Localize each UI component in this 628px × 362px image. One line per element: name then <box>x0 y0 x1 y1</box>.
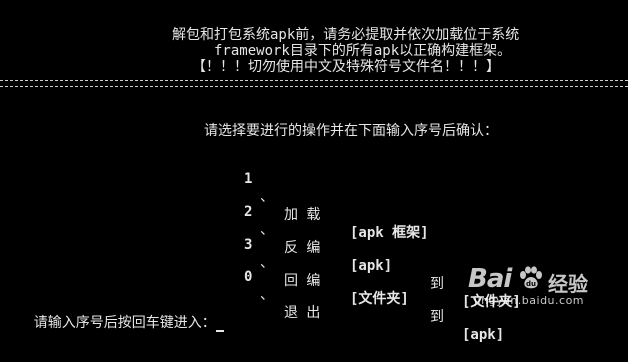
divider-bottom <box>0 86 628 87</box>
divider-top <box>0 80 628 81</box>
menu-item-separator: 、 <box>260 287 274 303</box>
watermark: Bai du 经验 jingyan.baidu.com <box>468 262 618 312</box>
menu-item-number: 0 <box>244 269 253 285</box>
text-cursor <box>215 330 224 332</box>
input-prompt[interactable]: 请输入序号后按回车键进入： <box>0 296 224 350</box>
menu-item-action: 退 出 <box>284 305 321 321</box>
baidu-paw-icon: du <box>520 266 542 289</box>
svg-text:du: du <box>526 280 536 288</box>
input-prompt-label: 请输入序号后按回车键进入： <box>33 315 216 331</box>
watermark-logo-text: Bai <box>468 264 512 294</box>
watermark-url: jingyan.baidu.com <box>474 294 585 307</box>
watermark-brand: 经验 <box>548 272 588 296</box>
menu-instruction: 请选择要进行的操作并在下面输入序号后确认： <box>204 123 498 139</box>
header-warning: 【！！！切勿使用中文及特殊符号文件名！！！】 <box>192 59 500 75</box>
